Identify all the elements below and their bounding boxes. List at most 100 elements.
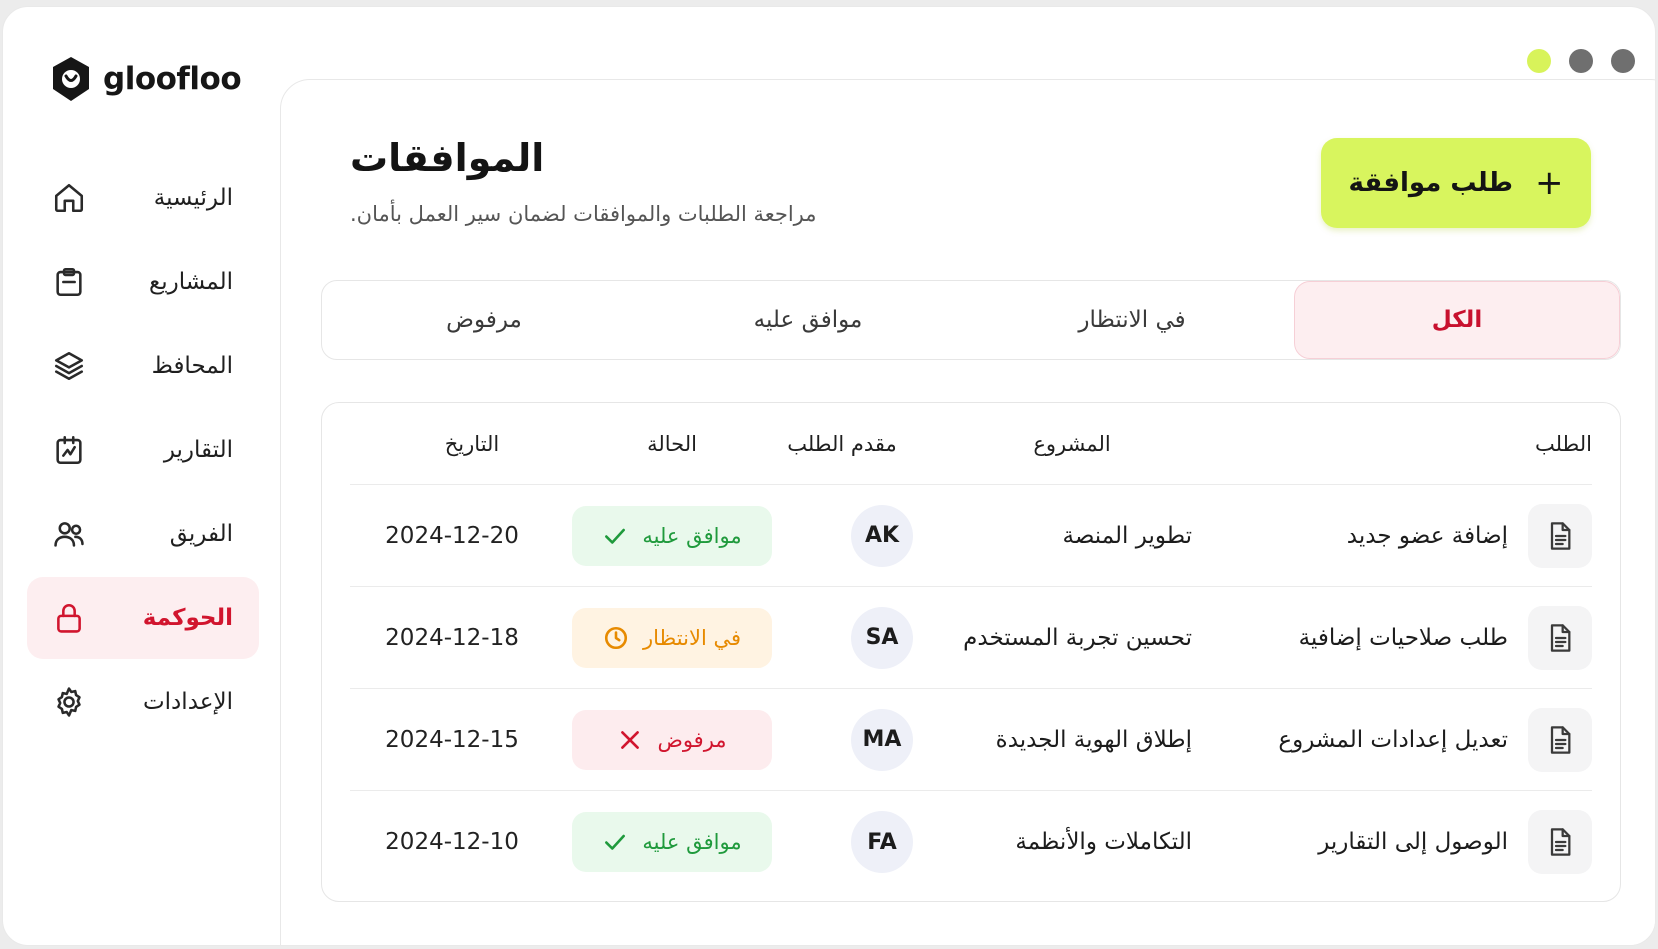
date-cell: 2024-12-10 (342, 791, 562, 893)
gloofloo-logo-icon (53, 57, 89, 101)
document-icon (1528, 605, 1592, 670)
table-row[interactable]: الوصول إلى التقارير التكاملات والأنظمة F… (350, 791, 1592, 893)
project-cell: تحسين تجربة المستخدم (892, 587, 1192, 688)
status-cell: في الانتظار (572, 587, 772, 688)
sidebar-item-projects[interactable]: المشاريع (27, 241, 259, 323)
window-dot-lime[interactable] (1527, 49, 1551, 73)
sidebar-item-governance[interactable]: الحوكمة (27, 577, 259, 659)
app-window: gloofloo الرئيسية المشاريع المحافظ التقا… (2, 6, 1656, 946)
sidebar-item-label: المشاريع (149, 269, 233, 295)
request-date: 2024-12-15 (385, 726, 519, 753)
request-cell: إضافة عضو جديد (1232, 485, 1592, 586)
main-panel: الموافقات مراجعة الطلبات والموافقات لضما… (280, 79, 1655, 945)
new-approval-request-label: طلب موافقة (1348, 168, 1514, 198)
requester-cell: MA (842, 689, 922, 790)
page-subtitle: مراجعة الطلبات والموافقات لضمان سير العم… (350, 202, 817, 226)
sidebar-item-label: الحوكمة (142, 605, 233, 631)
sidebar-item-reports[interactable]: التقارير (27, 409, 259, 491)
table-row[interactable]: تعديل إعدادات المشروع إطلاق الهوية الجدي… (350, 689, 1592, 791)
layers-icon (51, 348, 87, 384)
table-row[interactable]: طلب صلاحيات إضافية تحسين تجربة المستخدم … (350, 587, 1592, 689)
project-name: إطلاق الهوية الجديدة (995, 726, 1192, 753)
request-date: 2024-12-20 (385, 522, 519, 549)
tab-rejected[interactable]: مرفوض (322, 281, 646, 359)
status-badge: مرفوض (572, 709, 772, 770)
document-icon (1528, 810, 1592, 874)
status-badge: موافق عليه (572, 505, 772, 566)
project-cell: تطوير المنصة (892, 485, 1192, 586)
x-icon (621, 730, 640, 749)
project-name: التكاملات والأنظمة (1015, 829, 1192, 855)
avatar[interactable]: MA (851, 708, 913, 771)
table-header: الطلب المشروع مقدم الطلب الحالة التاريخ (350, 403, 1592, 485)
sidebar-item-label: التقارير (163, 437, 233, 463)
status-cell: موافق عليه (572, 485, 772, 586)
request-cell: الوصول إلى التقارير (1232, 791, 1592, 893)
sidebar-nav: الرئيسية المشاريع المحافظ التقارير الفري… (27, 157, 259, 745)
avatar[interactable]: FA (851, 811, 913, 873)
avatar[interactable]: SA (851, 606, 913, 669)
request-title: تعديل إعدادات المشروع (1278, 726, 1508, 753)
approvals-table: الطلب المشروع مقدم الطلب الحالة التاريخ … (321, 402, 1621, 902)
column-header-date[interactable]: التاريخ (412, 403, 532, 484)
page-title: الموافقات (350, 136, 545, 180)
document-icon (1528, 503, 1592, 568)
brand-name: gloofloo (103, 61, 242, 97)
request-date: 2024-12-18 (385, 624, 519, 651)
request-title: طلب صلاحيات إضافية (1298, 624, 1508, 651)
date-cell: 2024-12-18 (342, 587, 562, 688)
check-icon (605, 834, 626, 850)
gear-icon (51, 684, 87, 720)
avatar[interactable]: AK (851, 504, 913, 567)
request-cell: طلب صلاحيات إضافية (1232, 587, 1592, 688)
status-label: في الانتظار (643, 625, 741, 650)
project-name: تطوير المنصة (1062, 522, 1192, 549)
column-header-project[interactable]: المشروع (982, 403, 1162, 484)
sidebar-item-label: الرئيسية (153, 185, 233, 211)
project-cell: التكاملات والأنظمة (892, 791, 1192, 893)
document-icon (1528, 707, 1592, 772)
project-cell: إطلاق الهوية الجديدة (892, 689, 1192, 790)
chart-icon (51, 432, 87, 468)
status-cell: موافق عليه (572, 791, 772, 893)
column-header-request[interactable]: الطلب (1232, 403, 1592, 484)
status-tabs: الكل في الانتظار موافق عليه مرفوض (321, 280, 1621, 360)
request-title: إضافة عضو جديد (1346, 522, 1508, 549)
sidebar-item-portfolios[interactable]: المحافظ (27, 325, 259, 407)
plus-icon: + (1535, 163, 1564, 203)
window-controls (1527, 49, 1635, 73)
window-dot-gray[interactable] (1569, 49, 1593, 73)
status-cell: مرفوض (572, 689, 772, 790)
status-label: موافق عليه (642, 830, 742, 854)
status-badge: موافق عليه (572, 812, 772, 872)
request-cell: تعديل إعدادات المشروع (1232, 689, 1592, 790)
check-icon (605, 528, 626, 544)
home-icon (51, 180, 87, 216)
sidebar-item-label: المحافظ (151, 353, 233, 379)
table-row[interactable]: إضافة عضو جديد تطوير المنصة AK موافق علي… (350, 485, 1592, 587)
new-approval-request-button[interactable]: طلب موافقة + (1321, 138, 1591, 228)
column-header-requester[interactable]: مقدم الطلب (772, 403, 912, 484)
brand-logo[interactable]: gloofloo (49, 55, 242, 103)
request-date: 2024-12-10 (385, 829, 519, 855)
requester-cell: AK (842, 485, 922, 586)
clipboard-icon (51, 264, 87, 300)
sidebar-item-team[interactable]: الفريق (27, 493, 259, 575)
column-header-status[interactable]: الحالة (612, 403, 732, 484)
window-dot-gray-2[interactable] (1611, 49, 1635, 73)
clock-icon (604, 626, 628, 649)
request-title: الوصول إلى التقارير (1318, 829, 1508, 855)
sidebar-item-home[interactable]: الرئيسية (27, 157, 259, 239)
sidebar-item-label: الإعدادات (143, 689, 233, 715)
tab-pending[interactable]: في الانتظار (970, 281, 1294, 359)
date-cell: 2024-12-15 (342, 689, 562, 790)
tab-approved[interactable]: موافق عليه (646, 281, 970, 359)
lock-icon (51, 600, 87, 636)
sidebar-item-settings[interactable]: الإعدادات (27, 661, 259, 743)
requester-cell: SA (842, 587, 922, 688)
requester-cell: FA (842, 791, 922, 893)
tab-all[interactable]: الكل (1294, 281, 1620, 359)
date-cell: 2024-12-20 (342, 485, 562, 586)
status-label: موافق عليه (642, 523, 742, 548)
status-badge: في الانتظار (572, 607, 772, 668)
